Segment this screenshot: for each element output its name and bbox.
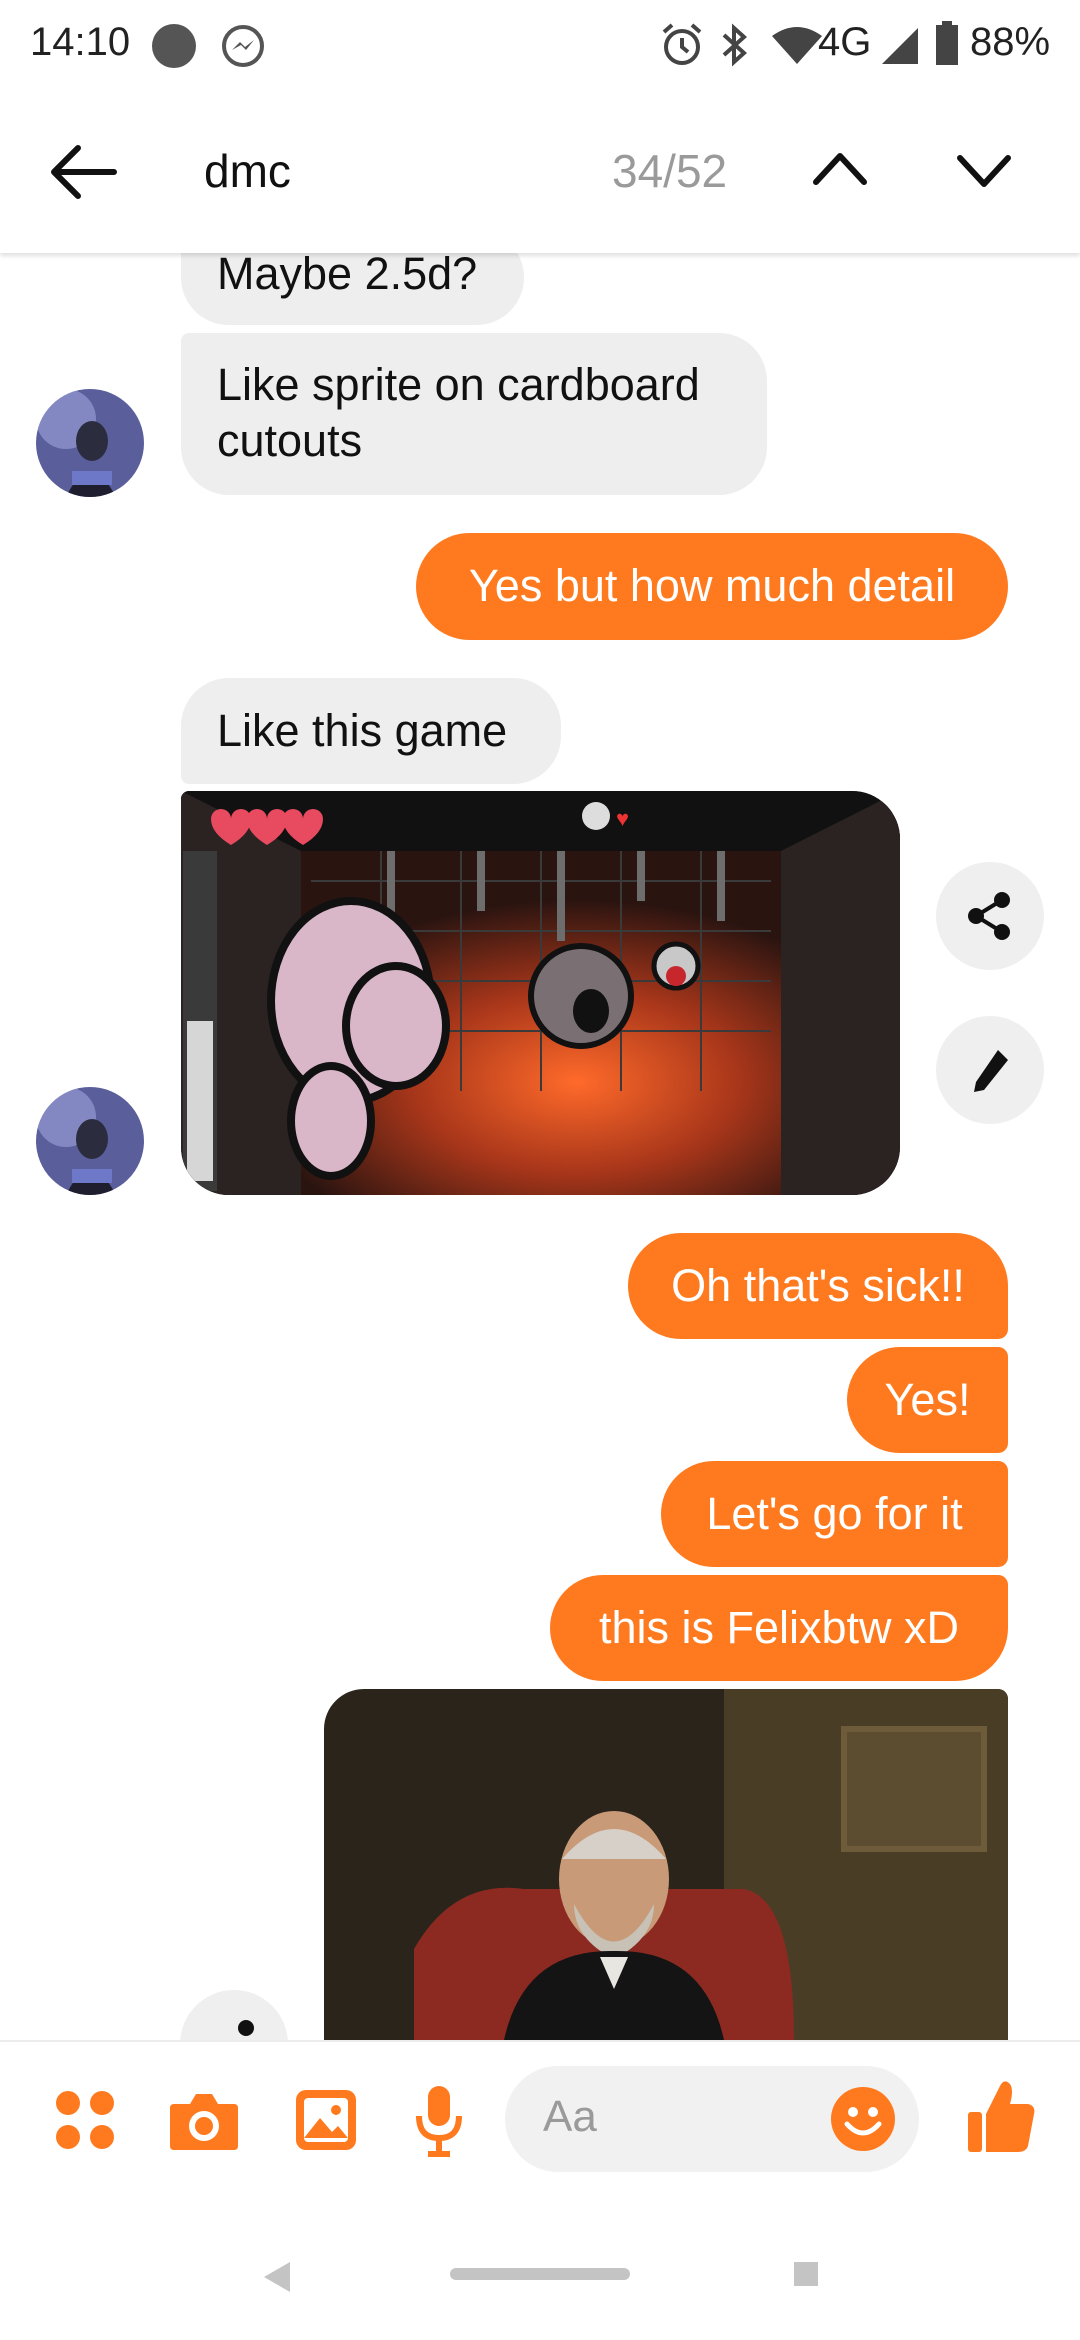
camera-icon[interactable] xyxy=(168,2088,240,2152)
message-text-line: cutouts xyxy=(217,415,363,466)
nav-back-icon[interactable] xyxy=(262,2260,292,2294)
message-bubble-outgoing[interactable]: Yes! xyxy=(847,1347,1008,1453)
message-input[interactable]: Aa xyxy=(505,2066,919,2172)
message-text: Oh that's sick!! xyxy=(671,1260,965,1311)
avatar[interactable] xyxy=(36,1087,144,1195)
result-counter: 34/52 xyxy=(612,145,728,197)
share-icon xyxy=(968,892,1010,940)
recents-icon[interactable] xyxy=(794,2262,818,2286)
microphone-icon[interactable] xyxy=(414,2084,464,2158)
emoji-icon[interactable] xyxy=(830,2086,896,2152)
pencil-icon xyxy=(974,1050,1008,1092)
portrait-painting-image[interactable] xyxy=(324,1689,1008,2040)
chevron-down-icon[interactable] xyxy=(954,152,1014,192)
svg-text:♥: ♥ xyxy=(616,806,629,831)
wifi-icon xyxy=(772,27,822,64)
search-header: dmc 34/52 xyxy=(0,88,1080,253)
back-arrow-icon[interactable] xyxy=(48,140,120,204)
message-text: Yes but how much detail xyxy=(468,560,956,611)
message-bubble-incoming[interactable]: Like sprite on cardboard cutouts xyxy=(181,333,767,495)
message-bubble-outgoing[interactable]: Let's go for it xyxy=(661,1461,1008,1567)
message-text-line: Like sprite on cardboard xyxy=(217,359,700,410)
edit-image-button[interactable] xyxy=(936,1016,1044,1124)
battery-icon xyxy=(936,21,958,65)
alarm-icon xyxy=(662,23,702,65)
chevron-up-icon[interactable] xyxy=(810,148,870,188)
search-query[interactable]: dmc xyxy=(204,144,291,198)
system-nav-bar xyxy=(0,2200,1080,2340)
message-bubble-outgoing[interactable]: Yes but how much detail xyxy=(416,533,1008,640)
message-bubble-incoming[interactable]: Like this game xyxy=(181,678,561,784)
message-text: Yes! xyxy=(884,1374,971,1425)
game-screenshot-image[interactable]: ♥ xyxy=(181,791,900,1195)
message-text: this is Felixbtw xD xyxy=(598,1602,960,1653)
message-text: Maybe 2.5d? xyxy=(217,248,478,299)
message-bubble-outgoing[interactable]: this is Felixbtw xD xyxy=(550,1575,1008,1681)
bluetooth-icon xyxy=(722,23,747,67)
home-pill-icon[interactable] xyxy=(450,2268,630,2280)
status-time: 14:10 xyxy=(30,20,131,64)
message-text: Let's go for it xyxy=(706,1488,963,1539)
avatar[interactable] xyxy=(36,389,144,497)
network-type: 4G xyxy=(818,20,872,64)
message-text: Like this game xyxy=(217,705,508,756)
battery-percent: 88% xyxy=(970,20,1051,64)
message-input-placeholder: Aa xyxy=(543,2092,597,2141)
gallery-icon[interactable] xyxy=(294,2088,358,2152)
share-image-button[interactable] xyxy=(936,862,1044,970)
status-dot-icon xyxy=(152,24,196,68)
status-bar: 14:10 4G 88% xyxy=(0,0,1080,88)
messenger-icon xyxy=(222,25,264,67)
message-bubble-outgoing[interactable]: Oh that's sick!! xyxy=(628,1233,1008,1339)
signal-icon xyxy=(882,28,918,64)
apps-grid-icon[interactable] xyxy=(54,2089,116,2151)
thumbs-up-icon[interactable] xyxy=(966,2078,1036,2154)
message-composer: Aa xyxy=(0,2040,1080,2202)
